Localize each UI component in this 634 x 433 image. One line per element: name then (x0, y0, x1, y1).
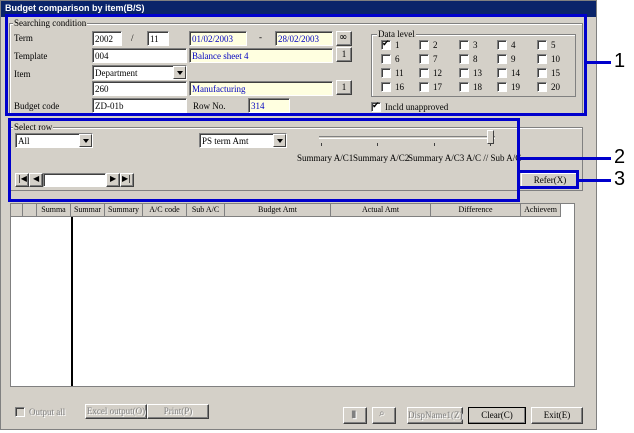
grid-column-header[interactable]: Achievem (521, 204, 561, 217)
callout-box-3 (517, 170, 579, 189)
callout-line-3 (577, 179, 611, 182)
clear-button[interactable]: Clear(C) (468, 407, 526, 424)
chart-icon: ▮ (351, 409, 357, 420)
grid-frozen-divider (71, 217, 73, 386)
grid-column-header[interactable]: Difference (431, 204, 521, 217)
window-title: Budget comparison by item(B/S) (5, 3, 145, 13)
grid-column-header[interactable]: Sub A/C (187, 204, 225, 217)
dispname-button[interactable]: DispName1(Z) (407, 407, 463, 424)
chart-button[interactable]: ▮ (343, 407, 367, 424)
result-grid[interactable]: Summa Summar Summary A/C code Sub A/C Budget … (10, 203, 575, 387)
grid-column-header[interactable]: Summar (71, 204, 105, 217)
callout-box-2 (8, 118, 520, 202)
print-button[interactable]: Print(P) (147, 404, 209, 419)
callout-number-2: 2 (614, 146, 626, 168)
callout-number-3: 3 (614, 168, 626, 190)
output-all-label: Output all (29, 407, 66, 417)
zoom-button[interactable]: ⌕ (372, 407, 396, 424)
exit-button[interactable]: Exit(E) (531, 407, 583, 424)
grid-column-header[interactable] (11, 204, 23, 217)
callout-number-1: 1 (614, 50, 626, 72)
grid-column-header[interactable]: A/C code (143, 204, 187, 217)
magnifier-icon: ⌕ (379, 408, 385, 419)
grid-column-header[interactable]: Actual Amt (331, 204, 431, 217)
grid-column-header[interactable]: Budget Amt (225, 204, 331, 217)
callout-box-1 (5, 14, 587, 116)
grid-column-header[interactable] (23, 204, 37, 217)
output-all-checkbox[interactable] (15, 407, 25, 417)
callout-line-1 (585, 61, 611, 64)
callout-line-2 (518, 157, 611, 160)
grid-column-header[interactable]: Summary (105, 204, 143, 217)
excel-output-button[interactable]: Excel output(O) (85, 404, 147, 419)
grid-column-header[interactable]: Summa (37, 204, 71, 217)
